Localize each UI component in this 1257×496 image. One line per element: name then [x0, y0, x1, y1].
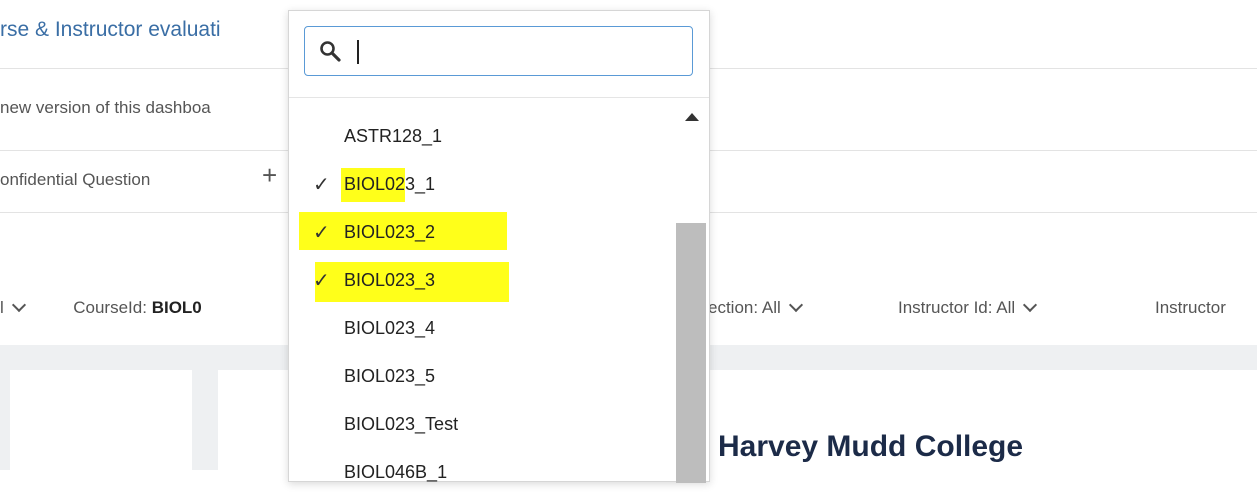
scroll-up-arrow-icon[interactable] — [685, 113, 699, 121]
tab-confidential-question[interactable]: onfidential Question — [0, 170, 150, 190]
search-input[interactable] — [363, 35, 677, 69]
check-icon: ✓ — [313, 174, 330, 196]
filter-bar: l CourseId: BIOL0 — [0, 297, 202, 318]
search-icon — [320, 41, 341, 62]
filter-first[interactable]: l — [0, 297, 26, 317]
list-item[interactable]: BIOL023_5 — [289, 352, 676, 400]
page-title: rse & Instructor evaluati — [0, 18, 221, 41]
chevron-down-icon — [11, 297, 26, 313]
list-item[interactable]: BIOL023_4 — [289, 304, 676, 352]
list-item[interactable]: ✓ BIOL023_3 — [289, 256, 676, 304]
text-cursor — [357, 40, 359, 64]
course-dropdown-panel: ASTR128_1 ✓ BIOL023_1 ✓ BIOL023_2 ✓ BIOL… — [288, 10, 710, 483]
chevron-down-icon — [788, 297, 803, 313]
chevron-down-icon — [1023, 297, 1038, 313]
list-item[interactable]: ASTR128_1 — [289, 112, 676, 160]
scrollbar-thumb[interactable] — [676, 223, 706, 483]
scrollbar[interactable] — [676, 98, 706, 483]
filter-section[interactable]: ection: All — [708, 297, 803, 318]
filter-instructor-id[interactable]: Instructor Id: All — [898, 297, 1038, 318]
list-item[interactable]: BIOL023_Test — [289, 400, 676, 448]
college-name: Harvey Mudd College — [718, 430, 1024, 463]
list-item[interactable]: ✓ BIOL023_1 — [289, 160, 676, 208]
filter-course-label: CourseId: — [73, 298, 147, 317]
list-item[interactable]: ✓ BIOL023_2 — [289, 208, 676, 256]
left-card — [10, 370, 192, 470]
add-tab-button[interactable]: + — [262, 160, 277, 191]
filter-instructor[interactable]: Instructor — [1155, 298, 1226, 318]
check-icon: ✓ — [313, 270, 330, 292]
filter-course-value[interactable]: BIOL0 — [152, 298, 202, 317]
new-version-notice[interactable]: new version of this dashboa — [0, 98, 211, 118]
check-icon: ✓ — [313, 222, 330, 244]
search-box[interactable] — [304, 26, 693, 76]
divider — [289, 97, 709, 98]
list-item[interactable]: BIOL046B_1 — [289, 448, 676, 496]
